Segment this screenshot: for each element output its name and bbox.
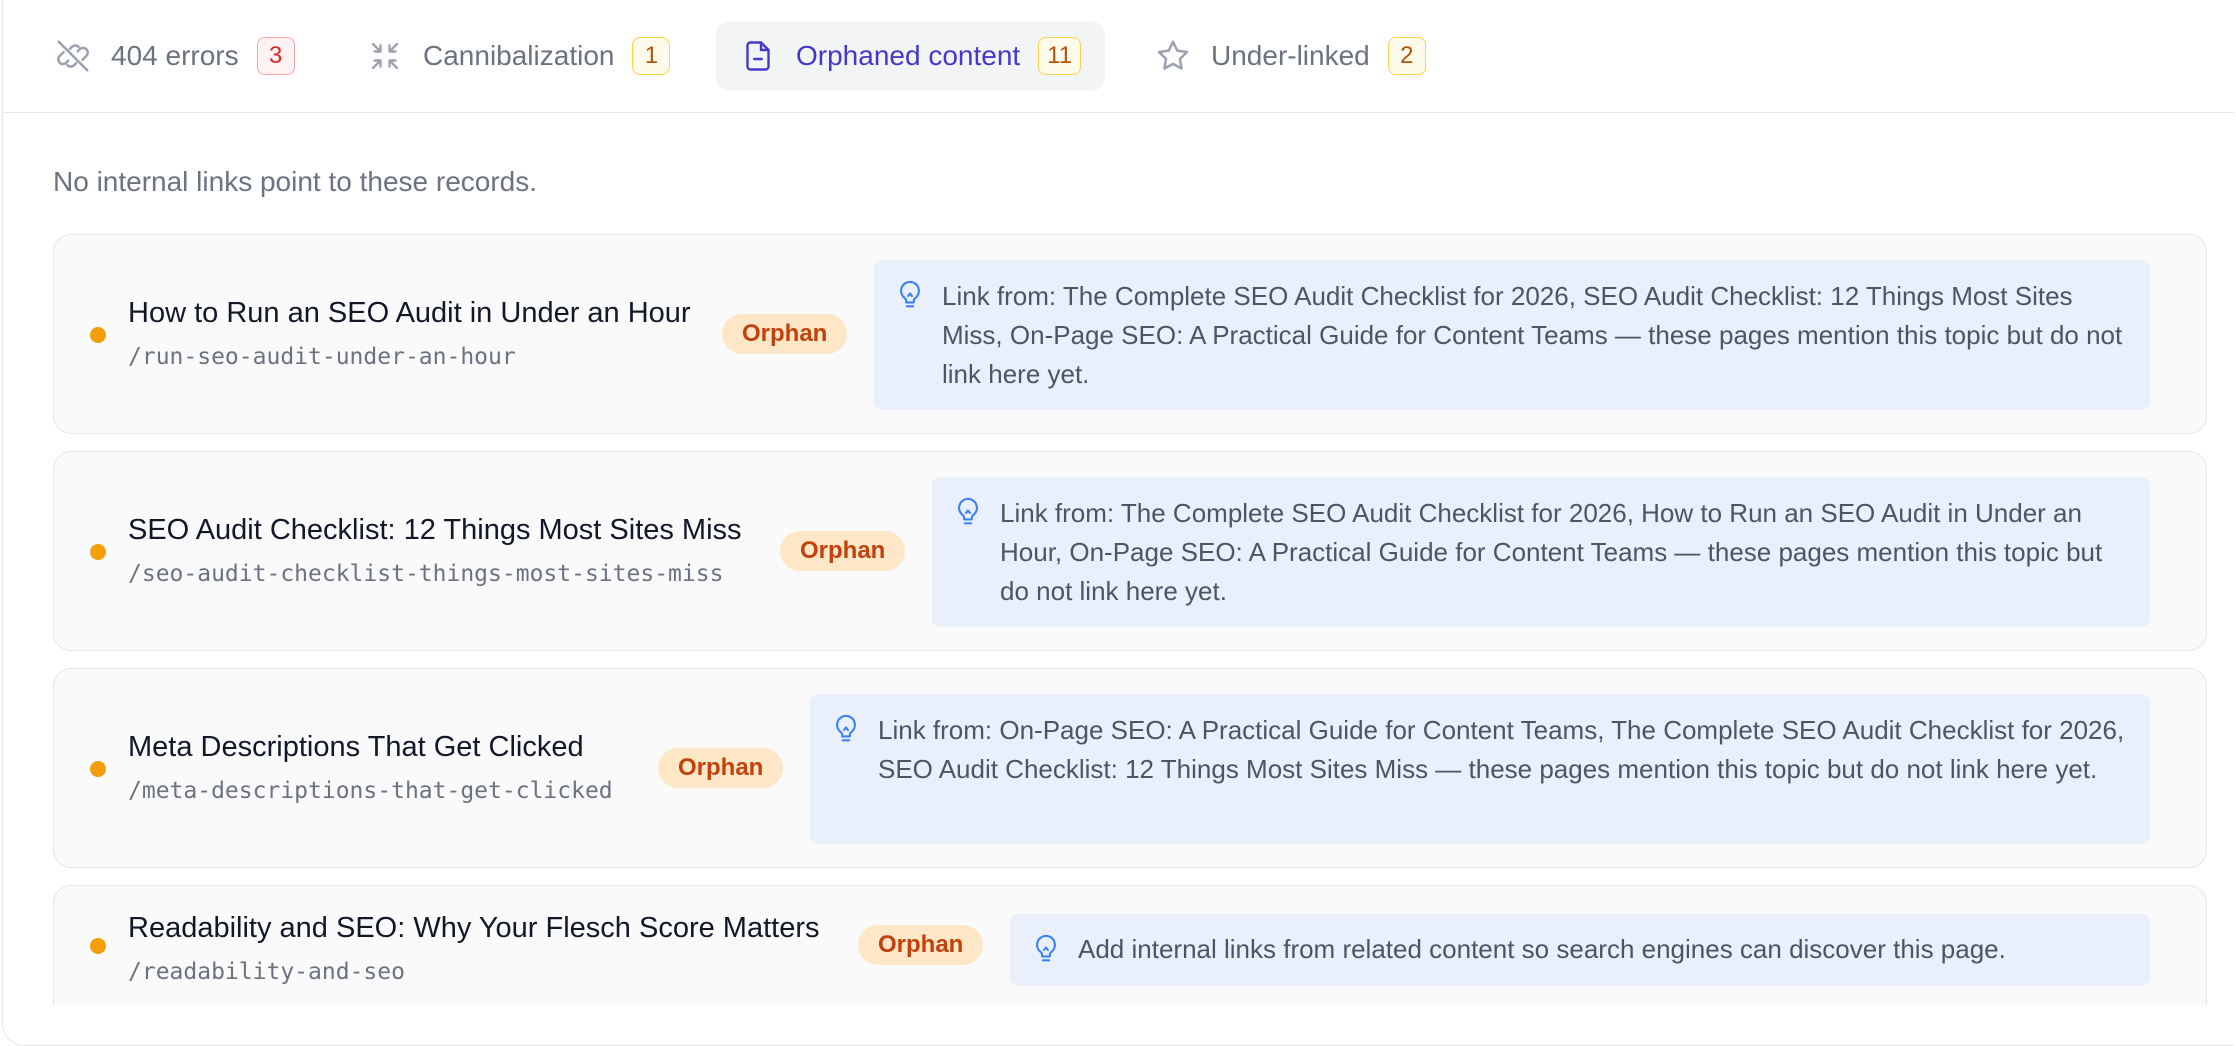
- record-slug: /meta-descriptions-that-get-clicked: [128, 778, 613, 804]
- list-item[interactable]: How to Run an SEO Audit in Under an Hour…: [53, 234, 2207, 434]
- issue-tabs: 404 errors 3 Cannibalization 1 Orphaned …: [3, 0, 2234, 113]
- orphaned-content-panel: 404 errors 3 Cannibalization 1 Orphaned …: [2, 0, 2234, 1046]
- tab-label: Cannibalization: [423, 40, 615, 71]
- tab-orphaned-content[interactable]: Orphaned content 11: [716, 21, 1106, 91]
- tab-label: Under-linked: [1211, 40, 1370, 71]
- record-slug: /run-seo-audit-under-an-hour: [128, 344, 516, 370]
- tab-count-badge: 3: [256, 37, 295, 75]
- status-dot: [90, 761, 106, 777]
- link-suggestion: Add internal links from related content …: [1010, 914, 2150, 986]
- orphan-list: How to Run an SEO Audit in Under an Hour…: [53, 234, 2207, 1022]
- record-info: How to Run an SEO Audit in Under an Hour…: [128, 297, 691, 370]
- lightbulb-icon: [900, 280, 920, 308]
- link-suggestion: Link from: On-Page SEO: A Practical Guid…: [810, 694, 2150, 844]
- list-item[interactable]: Meta Descriptions That Get Clicked /meta…: [53, 668, 2207, 868]
- tab-cannibalization[interactable]: Cannibalization 1: [365, 21, 671, 91]
- orphan-badge: Orphan: [858, 925, 984, 965]
- lightbulb-icon: [958, 497, 978, 525]
- suggestion-text: Link from: On-Page SEO: A Practical Guid…: [878, 715, 2125, 784]
- record-title[interactable]: Meta Descriptions That Get Clicked: [128, 731, 613, 764]
- orphan-badge: Orphan: [658, 748, 784, 788]
- status-dot: [90, 544, 106, 560]
- record-title[interactable]: Readability and SEO: Why Your Flesch Sco…: [128, 912, 819, 945]
- record-info: SEO Audit Checklist: 12 Things Most Site…: [128, 514, 742, 587]
- record-slug: /readability-and-seo: [128, 959, 405, 985]
- list-item[interactable]: SEO Audit Checklist: 12 Things Most Site…: [53, 451, 2207, 651]
- record-title[interactable]: How to Run an SEO Audit in Under an Hour: [128, 297, 691, 330]
- record-slug: /seo-audit-checklist-things-most-sites-m…: [128, 561, 724, 587]
- link-suggestion: Link from: The Complete SEO Audit Checkl…: [932, 477, 2150, 627]
- tab-under-linked[interactable]: Under-linked 2: [1153, 21, 1426, 91]
- tab-label: Orphaned content: [796, 40, 1021, 71]
- status-dot: [90, 938, 106, 954]
- record-info: Meta Descriptions That Get Clicked /meta…: [128, 731, 613, 804]
- star-icon: [1153, 36, 1193, 76]
- orphan-badge: Orphan: [780, 531, 906, 571]
- tab-404-errors[interactable]: 404 errors 3: [53, 21, 295, 91]
- tab-count-badge: 11: [1038, 37, 1082, 75]
- suggestion-text: Link from: The Complete SEO Audit Checkl…: [942, 281, 2123, 389]
- orphan-badge: Orphan: [722, 314, 848, 354]
- tab-count-badge: 1: [632, 37, 671, 75]
- list-item[interactable]: Readability and SEO: Why Your Flesch Sco…: [53, 885, 2207, 1005]
- tab-count-badge: 2: [1387, 37, 1426, 75]
- section-description: No internal links point to these records…: [53, 166, 538, 197]
- record-title[interactable]: SEO Audit Checklist: 12 Things Most Site…: [128, 514, 742, 547]
- document-icon: [738, 36, 778, 76]
- suggestion-text: Add internal links from related content …: [1078, 934, 2006, 964]
- tab-label: 404 errors: [111, 40, 239, 71]
- link-suggestion: Link from: The Complete SEO Audit Checkl…: [874, 260, 2150, 410]
- broken-link-icon: [53, 36, 93, 76]
- suggestion-text: Link from: The Complete SEO Audit Checkl…: [1000, 498, 2103, 606]
- record-info: Readability and SEO: Why Your Flesch Sco…: [128, 912, 819, 985]
- lightbulb-icon: [836, 714, 856, 742]
- collapse-arrows-icon: [365, 36, 405, 76]
- status-dot: [90, 327, 106, 343]
- lightbulb-icon: [1036, 934, 1056, 962]
